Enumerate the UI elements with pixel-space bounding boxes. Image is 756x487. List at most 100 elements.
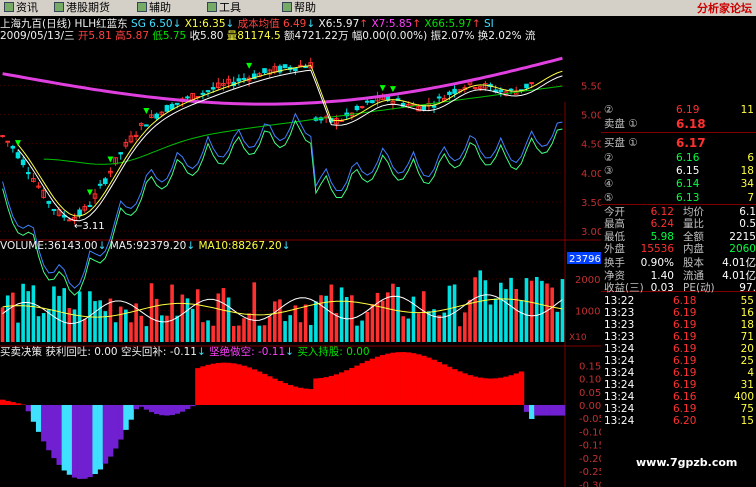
volume-bar: [139, 315, 144, 342]
volume-bar: [293, 305, 298, 342]
indicator-panel: [0, 352, 566, 479]
volume-bar: [493, 298, 498, 342]
indicator-bar: [25, 404, 32, 412]
price-tick-label: 4.00: [581, 169, 601, 180]
indicator-bar: [210, 363, 217, 405]
order-price: 6.17: [676, 136, 706, 150]
order-label: ③: [604, 165, 614, 177]
bar-field-4: 收5.80: [189, 30, 227, 42]
bar-field-6: 额4721.22万: [284, 30, 352, 42]
indicator-bar: [190, 404, 196, 407]
menu-item-hk-futures[interactable]: 港股期货: [52, 0, 112, 16]
candle-body: [25, 172, 31, 175]
stat-row: 最高 6.24 量比 0.5: [601, 218, 756, 231]
candle-body: [205, 90, 211, 93]
menu-item-help[interactable]: 帮助: [280, 0, 318, 16]
volume-bar: [303, 304, 308, 342]
volume-legend-field-5: ↓: [281, 240, 291, 252]
stat-value: 6.24: [650, 218, 674, 231]
volume-bar: [190, 308, 195, 342]
indicator-bar: [523, 404, 530, 412]
volume-bar: [267, 316, 272, 342]
stat-label: PE(动): [683, 281, 715, 294]
indicator-bar: [431, 359, 437, 405]
header-field-8: X6:5.97: [318, 18, 360, 30]
indicator-bar: [333, 374, 340, 405]
order-label: 买盘 ①: [604, 137, 638, 149]
price-axis: 5.50 5.00 4.50 4.00 3.50 3.00 20000 10000 23796 X…: [567, 81, 601, 487]
indicator-bar: [226, 362, 232, 405]
order-price: 6.14: [676, 178, 700, 190]
volume-bar: [509, 277, 513, 342]
buy-signal-arrow: [14, 140, 21, 147]
indicator-tick-label: -0.25: [579, 467, 601, 478]
indicator-bar: [205, 364, 211, 405]
volume-bar: [463, 312, 467, 342]
volume-bar: [514, 289, 519, 342]
candle-body: [472, 87, 478, 90]
volume-bar: [67, 308, 72, 342]
volume-bar: [555, 311, 560, 342]
menu-item-news[interactable]: 资讯: [2, 0, 40, 16]
forum-link[interactable]: 分析家论坛: [697, 1, 752, 17]
menu-item-assist[interactable]: 辅助: [135, 0, 173, 16]
stat-value: 2060: [729, 242, 756, 255]
indicator-bar: [241, 365, 247, 405]
kline-chart[interactable]: ←3.11 5.50 5.00 4.50 4.00 3.50 3.00 20000 10000…: [0, 42, 601, 487]
indicator-bar: [41, 404, 47, 442]
volume-bar: [118, 306, 123, 342]
candle-body: [174, 102, 180, 105]
stat-label: 外盘: [604, 242, 625, 255]
indicator-bar: [87, 404, 93, 478]
volume-bar: [488, 304, 493, 342]
volume-legend: VOLUME:36143.00↓ MA5:92379.20↓ MA10:8826…: [0, 240, 291, 252]
volume-bar: [391, 283, 395, 342]
volume-bar: [257, 325, 262, 342]
order-price: 6.15: [676, 165, 700, 177]
volume-bar: [550, 287, 554, 342]
price-tick-label: 5.00: [581, 111, 601, 122]
indicator-tick-label: -0.15: [579, 441, 601, 452]
volume-tick-label: 20000: [575, 275, 601, 286]
candle-body: [67, 219, 72, 222]
volume-legend-field-3: ↓: [186, 240, 199, 252]
stat-row: 净资 1.40 流通 4.01亿: [601, 270, 756, 283]
bar-field-8: 振2.07%: [430, 30, 478, 42]
candle-body: [370, 100, 375, 104]
indicator-bar: [354, 365, 360, 405]
candle-body: [144, 124, 149, 127]
volume-bar: [129, 322, 133, 342]
bar-field-9: 换2.02%: [477, 30, 525, 42]
volume-bar: [365, 311, 370, 342]
indicator-bar: [200, 366, 206, 405]
indicator-bar: [303, 388, 309, 405]
ma10-line: [17, 69, 563, 222]
indicator-bar: [493, 378, 499, 405]
bar-field-5: 量81174.5: [226, 30, 285, 42]
indicator-bar: [107, 404, 114, 457]
stat-label: 净资: [604, 269, 625, 282]
volume-bar: [432, 309, 436, 342]
candle-body: [241, 77, 247, 80]
header-field-5: ↓: [225, 18, 238, 30]
volume-bar: [421, 291, 426, 342]
indicator-bar: [56, 404, 62, 465]
volume-bar: [16, 322, 20, 342]
order-book-row: 买盘 ① 6.17: [601, 137, 756, 150]
help-icon: [282, 2, 292, 12]
candle-body: [169, 103, 175, 110]
tick-price: 6.20: [673, 415, 697, 427]
volume-bar: [36, 316, 41, 342]
volume-bar: [529, 280, 534, 342]
volume-bar: [319, 295, 323, 342]
volume-bar: [473, 277, 477, 342]
stat-value: 97.: [739, 281, 756, 294]
indicator-bar: [113, 404, 119, 449]
price-tick-label: 5.50: [581, 81, 601, 92]
indicator-bar: [159, 404, 165, 416]
volume-bar: [483, 280, 488, 342]
menu-item-tools[interactable]: 工具: [205, 0, 243, 16]
stat-label: 流通: [683, 269, 704, 282]
indicator-bar: [246, 367, 252, 405]
order-label: ②: [604, 104, 614, 116]
